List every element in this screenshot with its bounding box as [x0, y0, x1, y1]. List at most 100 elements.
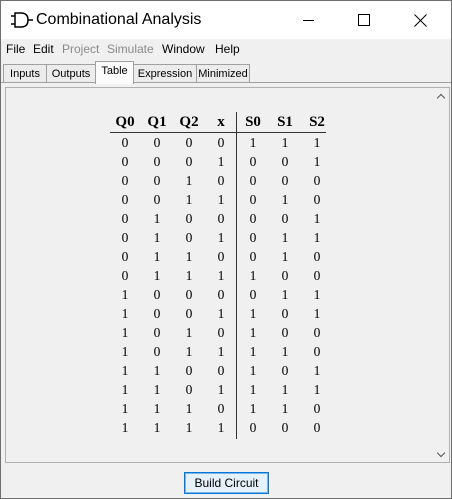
output-cell[interactable]: 1: [269, 190, 301, 209]
vertical-scrollbar[interactable]: [433, 88, 449, 462]
input-cell: 1: [185, 344, 193, 359]
output-cell[interactable]: 1: [237, 266, 269, 285]
output-cell[interactable]: 1: [301, 209, 333, 228]
input-cell: 0: [121, 173, 129, 188]
tab-minimized[interactable]: Minimized: [196, 64, 250, 83]
output-cell[interactable]: 1: [237, 304, 269, 323]
input-cell: 0: [153, 154, 161, 169]
output-cell[interactable]: 0: [237, 418, 269, 437]
close-icon: [414, 14, 427, 27]
input-cell: 0: [217, 211, 225, 226]
output-cell[interactable]: 0: [237, 228, 269, 247]
output-cell[interactable]: 1: [301, 380, 333, 399]
close-button[interactable]: [397, 1, 443, 39]
output-cell[interactable]: 1: [301, 133, 333, 152]
output-cell[interactable]: 0: [237, 285, 269, 304]
input-cell: 0: [185, 306, 193, 321]
tab-outputs[interactable]: Outputs: [46, 64, 96, 83]
input-cell: 0: [121, 268, 129, 283]
menu-project[interactable]: Project: [62, 42, 99, 56]
tab-divider: [1, 82, 451, 83]
output-cell[interactable]: 0: [237, 152, 269, 171]
output-cell[interactable]: 0: [269, 323, 301, 342]
output-cell[interactable]: 0: [301, 266, 333, 285]
output-cell[interactable]: 0: [269, 418, 301, 437]
output-cell[interactable]: 1: [237, 133, 269, 152]
input-cell: 0: [185, 382, 193, 397]
column-header: S0: [245, 114, 261, 130]
output-cell[interactable]: 0: [301, 247, 333, 266]
output-cell[interactable]: 0: [301, 190, 333, 209]
output-cell[interactable]: 1: [237, 399, 269, 418]
output-cell[interactable]: 1: [237, 361, 269, 380]
input-cell: 1: [121, 287, 129, 302]
scroll-down-button[interactable]: [433, 446, 449, 462]
menu-edit[interactable]: Edit: [33, 42, 54, 56]
input-cell: 1: [185, 401, 193, 416]
output-cell[interactable]: 0: [301, 171, 333, 190]
input-cell: 1: [217, 306, 225, 321]
output-cell[interactable]: 1: [269, 247, 301, 266]
column-header: Q1: [147, 114, 167, 130]
output-cell[interactable]: 0: [237, 209, 269, 228]
output-cell[interactable]: 0: [237, 190, 269, 209]
output-cell[interactable]: 1: [269, 380, 301, 399]
output-cell[interactable]: 0: [301, 342, 333, 361]
output-cell[interactable]: 1: [237, 380, 269, 399]
output-cell[interactable]: 0: [237, 171, 269, 190]
tab-table[interactable]: Table: [95, 61, 134, 84]
input-cell: 1: [217, 382, 225, 397]
input-cell: 1: [153, 363, 161, 378]
input-cell: 1: [185, 268, 193, 283]
menu-bar: File Edit Project Simulate Window Help: [1, 39, 451, 59]
title-bar[interactable]: Combinational Analysis: [1, 1, 451, 39]
output-cell[interactable]: 1: [269, 228, 301, 247]
input-cell: 1: [185, 420, 193, 435]
input-cell: 1: [153, 382, 161, 397]
maximize-button[interactable]: [341, 1, 387, 39]
column-header: Q0: [115, 114, 135, 130]
output-cell[interactable]: 1: [237, 342, 269, 361]
tab-inputs[interactable]: Inputs: [3, 64, 47, 83]
minimize-icon: [302, 19, 314, 21]
scroll-up-button[interactable]: [433, 88, 449, 104]
input-cell: 0: [185, 211, 193, 226]
output-cell[interactable]: 1: [301, 285, 333, 304]
output-cell[interactable]: 0: [301, 399, 333, 418]
output-cell[interactable]: 1: [269, 342, 301, 361]
output-cell[interactable]: 1: [269, 399, 301, 418]
output-cell[interactable]: 1: [301, 361, 333, 380]
output-cell[interactable]: 1: [301, 304, 333, 323]
output-cell[interactable]: 1: [237, 323, 269, 342]
input-cell: 0: [185, 135, 193, 150]
input-cell: 1: [153, 249, 161, 264]
tab-expression[interactable]: Expression: [133, 64, 197, 83]
output-cell[interactable]: 1: [301, 228, 333, 247]
input-cell: 1: [153, 420, 161, 435]
input-cell: 0: [185, 363, 193, 378]
output-cell[interactable]: 1: [269, 285, 301, 304]
output-cell[interactable]: 0: [301, 418, 333, 437]
output-cell[interactable]: 0: [269, 304, 301, 323]
output-cell[interactable]: 0: [237, 247, 269, 266]
output-cell[interactable]: 0: [269, 266, 301, 285]
menu-help[interactable]: Help: [215, 42, 240, 56]
build-circuit-button[interactable]: Build Circuit: [184, 472, 269, 494]
input-cell: 0: [121, 192, 129, 207]
column-header: S1: [277, 114, 293, 130]
input-cell: 0: [153, 287, 161, 302]
column-header: S2: [309, 114, 325, 130]
input-cell: 1: [217, 154, 225, 169]
output-cell[interactable]: 0: [301, 323, 333, 342]
output-cell[interactable]: 0: [269, 361, 301, 380]
output-cell[interactable]: 1: [269, 133, 301, 152]
menu-simulate[interactable]: Simulate: [107, 42, 154, 56]
output-cell[interactable]: 0: [269, 152, 301, 171]
menu-window[interactable]: Window: [162, 42, 205, 56]
output-cell[interactable]: 0: [269, 209, 301, 228]
input-cell: 1: [185, 249, 193, 264]
menu-file[interactable]: File: [6, 42, 25, 56]
output-cell[interactable]: 1: [301, 152, 333, 171]
minimize-button[interactable]: [285, 1, 331, 39]
output-cell[interactable]: 0: [269, 171, 301, 190]
